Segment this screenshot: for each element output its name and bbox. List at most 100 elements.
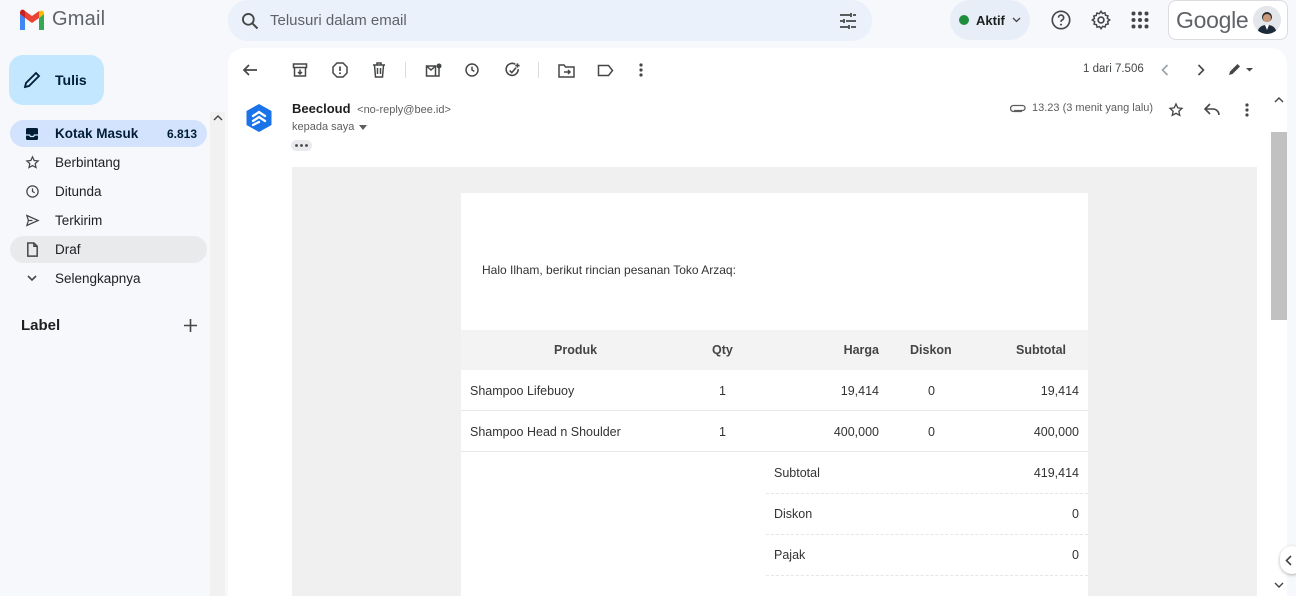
product-qty: 1 bbox=[719, 425, 726, 439]
label-icon[interactable] bbox=[595, 60, 615, 80]
search-options-icon[interactable] bbox=[838, 12, 858, 30]
greeting-text: Halo Ilham, berikut rincian pesanan Toko… bbox=[482, 263, 736, 277]
sidebar-item-drafts[interactable]: Draf bbox=[10, 236, 207, 263]
summary-label: Diskon bbox=[774, 507, 813, 521]
scroll-down-icon[interactable] bbox=[1274, 582, 1284, 589]
sender-name-block[interactable]: Beecloud <no-reply@bee.id> bbox=[292, 101, 451, 116]
sidebar-item-label: Selengkapnya bbox=[55, 271, 141, 286]
next-page-icon[interactable] bbox=[1191, 60, 1211, 80]
back-icon[interactable] bbox=[240, 60, 260, 80]
inbox-icon bbox=[24, 126, 40, 142]
summary-label: Subtotal bbox=[774, 466, 820, 480]
chevron-down-icon bbox=[1012, 17, 1021, 23]
col-header-price: Harga bbox=[843, 343, 879, 357]
chevron-left-icon bbox=[1285, 554, 1292, 566]
more-vert-icon[interactable] bbox=[631, 60, 651, 80]
search-bar[interactable] bbox=[228, 0, 872, 41]
sidebar-item-label: Terkirim bbox=[55, 213, 103, 228]
sidebar-item-label: Draf bbox=[55, 242, 81, 257]
more-vert-icon[interactable] bbox=[1237, 100, 1257, 120]
google-brand: Google bbox=[1176, 6, 1249, 33]
scrollbar-thumb[interactable] bbox=[1271, 132, 1287, 320]
sidebar-item-starred[interactable]: Berbintang bbox=[10, 149, 207, 176]
input-tools-icon[interactable] bbox=[1225, 60, 1257, 80]
compose-button[interactable]: Tulis bbox=[9, 55, 104, 105]
delete-icon[interactable] bbox=[369, 60, 389, 80]
message-pane: 1 dari 7.506 Beecloud <no-reply@bee.id> … bbox=[228, 48, 1287, 596]
help-icon[interactable] bbox=[1049, 8, 1073, 32]
draft-icon bbox=[24, 242, 40, 258]
attachment-icon bbox=[1010, 104, 1026, 113]
status-dropdown[interactable]: Aktif bbox=[950, 0, 1030, 40]
pagination-text: 1 dari 7.506 bbox=[1083, 63, 1144, 75]
product-price: 400,000 bbox=[833, 425, 879, 439]
add-task-icon[interactable] bbox=[502, 60, 522, 80]
labels-heading: Label bbox=[21, 317, 61, 334]
product-price: 19,414 bbox=[840, 384, 879, 398]
summary-row: Diskon 0 bbox=[766, 494, 1088, 535]
apps-icon[interactable] bbox=[1128, 8, 1152, 32]
chevron-down-icon bbox=[24, 271, 40, 287]
search-icon[interactable] bbox=[240, 11, 260, 31]
summary-label: Pajak bbox=[774, 548, 806, 562]
sidebar-item-label: Berbintang bbox=[55, 155, 121, 170]
account-switcher[interactable]: Google bbox=[1168, 0, 1288, 40]
sidebar-item-label: Ditunda bbox=[55, 184, 102, 199]
order-email: Halo Ilham, berikut rincian pesanan Toko… bbox=[461, 193, 1088, 596]
gmail-logo[interactable]: Gmail bbox=[18, 8, 105, 31]
col-header-subtotal: Subtotal bbox=[1016, 343, 1066, 357]
sidebar-item-inbox[interactable]: Kotak Masuk 6.813 bbox=[10, 120, 207, 147]
recipient-label: kepada saya bbox=[292, 121, 355, 133]
spam-icon[interactable] bbox=[330, 60, 350, 80]
col-header-product: Produk bbox=[554, 343, 598, 357]
col-header-qty: Qty bbox=[712, 343, 733, 357]
summary-value: 419,414 bbox=[1033, 466, 1079, 480]
col-header-discount: Diskon bbox=[910, 343, 952, 357]
prev-page-icon[interactable] bbox=[1155, 60, 1175, 80]
time-text: 13.23 (3 menit yang lalu) bbox=[1032, 102, 1154, 114]
sidebar-nav: Kotak Masuk 6.813 Berbintang Ditunda Ter… bbox=[10, 120, 207, 294]
scroll-up-icon[interactable] bbox=[1274, 96, 1284, 103]
sidebar-item-more[interactable]: Selengkapnya bbox=[10, 265, 207, 292]
product-discount: 0 bbox=[928, 384, 935, 398]
toolbar-divider bbox=[405, 62, 406, 78]
show-trimmed-content-button[interactable] bbox=[291, 140, 312, 151]
product-subtotal: 400,000 bbox=[1033, 425, 1079, 439]
product-qty: 1 bbox=[719, 384, 726, 398]
archive-icon[interactable] bbox=[290, 60, 310, 80]
avatar[interactable] bbox=[1253, 6, 1281, 34]
move-to-icon[interactable] bbox=[556, 60, 576, 80]
table-row: Shampoo Lifebuoy 1 19,414 0 19,414 bbox=[461, 370, 1088, 411]
sender-email: <no-reply@bee.id> bbox=[357, 104, 451, 116]
product-name: Shampoo Head n Shoulder bbox=[470, 425, 621, 439]
status-dot bbox=[959, 15, 969, 25]
sidebar-item-snoozed[interactable]: Ditunda bbox=[10, 178, 207, 205]
summary-row: Subtotal 419,414 bbox=[766, 453, 1088, 494]
caret-down-icon bbox=[359, 124, 368, 130]
search-input[interactable] bbox=[270, 12, 838, 29]
toolbar-divider bbox=[538, 62, 539, 78]
summary-value: 0 bbox=[1072, 548, 1079, 562]
reply-icon[interactable] bbox=[1202, 100, 1222, 120]
product-name: Shampoo Lifebuoy bbox=[470, 384, 575, 398]
product-discount: 0 bbox=[928, 425, 935, 439]
scroll-up-icon[interactable] bbox=[213, 114, 223, 122]
labels-section: Label bbox=[21, 317, 197, 334]
summary-value: 0 bbox=[1072, 507, 1079, 521]
snooze-icon[interactable] bbox=[462, 60, 482, 80]
summary-row: Pajak 0 bbox=[766, 535, 1088, 576]
recipients-toggle[interactable]: kepada saya bbox=[292, 121, 368, 133]
mark-unread-icon[interactable] bbox=[423, 60, 443, 80]
sidebar-item-sent[interactable]: Terkirim bbox=[10, 207, 207, 234]
order-table-header: Produk Qty Harga Diskon Subtotal bbox=[461, 330, 1088, 370]
message-time: 13.23 (3 menit yang lalu) bbox=[1010, 102, 1153, 114]
star-icon[interactable] bbox=[1166, 100, 1186, 120]
sidebar-scrollbar[interactable] bbox=[210, 112, 225, 596]
status-label: Aktif bbox=[976, 12, 1005, 28]
compose-label: Tulis bbox=[55, 72, 87, 88]
side-panel-toggle[interactable] bbox=[1280, 546, 1296, 574]
add-label-icon[interactable] bbox=[184, 319, 197, 332]
sender-logo[interactable] bbox=[245, 103, 273, 133]
settings-icon[interactable] bbox=[1089, 8, 1113, 32]
star-icon bbox=[24, 155, 40, 171]
